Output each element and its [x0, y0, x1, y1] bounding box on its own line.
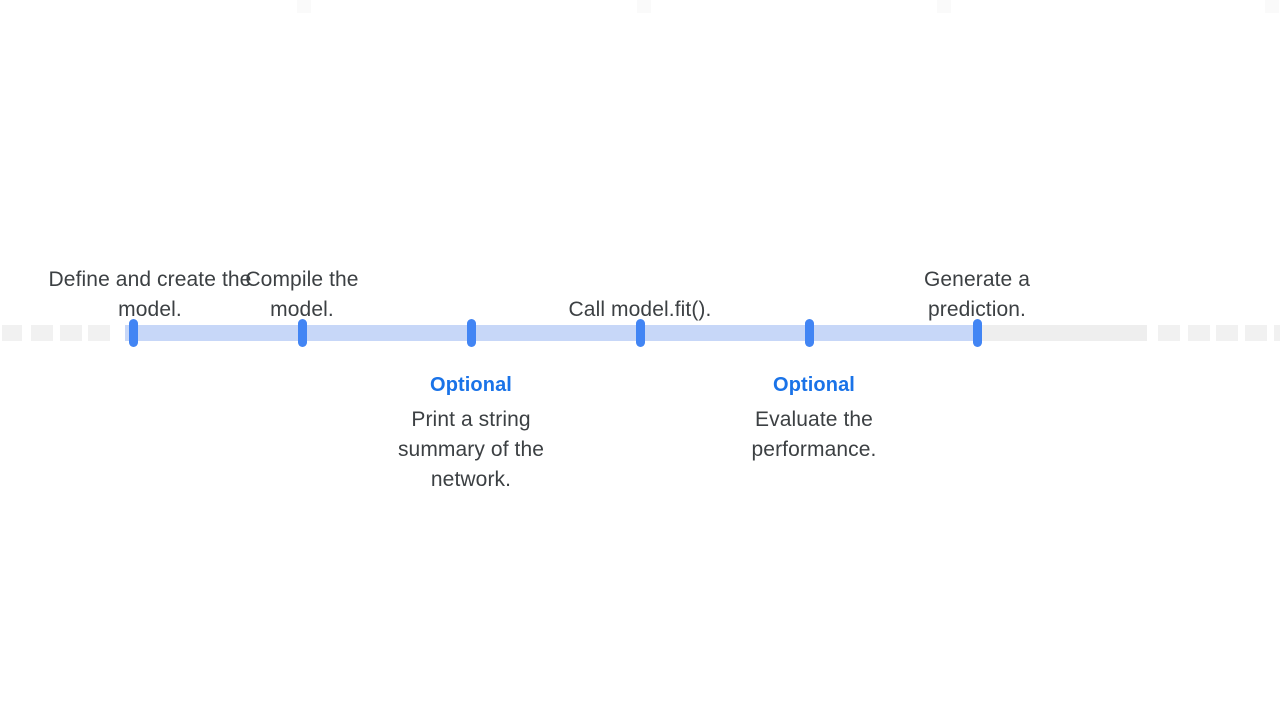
top-edge-artifact	[1265, 0, 1279, 13]
track-dash-segment	[1188, 325, 1210, 341]
timeline-marker-5[interactable]	[804, 319, 814, 347]
milestone-3-optional-badge: Optional	[430, 374, 512, 396]
track-dash-segment	[1245, 325, 1267, 341]
track-dash-segment	[1216, 325, 1238, 341]
track-dash-segment	[1158, 325, 1180, 341]
milestone-label-4-text: Call model.fit().	[568, 298, 712, 321]
track-dash-segment	[31, 325, 53, 341]
track-active-segment	[125, 325, 985, 341]
milestone-label-2-text: Compile the model.	[245, 268, 359, 321]
milestone-label-3-text: Print a string summary of the network.	[397, 408, 545, 491]
milestone-5-optional-badge: Optional	[773, 374, 855, 396]
top-edge-artifact	[637, 0, 651, 13]
milestone-label-5-text: Evaluate the performance.	[751, 408, 877, 461]
top-edge-artifact	[297, 0, 311, 13]
track-dash-segment	[2, 325, 22, 341]
milestone-label-6-text: Generate a prediction.	[923, 268, 1031, 321]
milestone-label-5: Optional Evaluate the performance.	[729, 371, 899, 465]
milestone-label-2: Compile the model.	[212, 245, 392, 325]
track-dash-segment	[1274, 325, 1280, 341]
milestone-label-4: Call model.fit().	[555, 245, 725, 325]
top-edge-artifact	[937, 0, 951, 13]
milestone-label-3: Optional Print a string summary of the n…	[391, 371, 551, 495]
timeline-figure: Define and create the model. Compile the…	[0, 0, 1280, 720]
milestone-label-6: Generate a prediction.	[897, 245, 1057, 325]
track-dash-segment	[88, 325, 110, 341]
track-remaining-segment	[977, 325, 1147, 341]
track-dash-segment	[60, 325, 82, 341]
timeline-marker-3[interactable]	[466, 319, 476, 347]
